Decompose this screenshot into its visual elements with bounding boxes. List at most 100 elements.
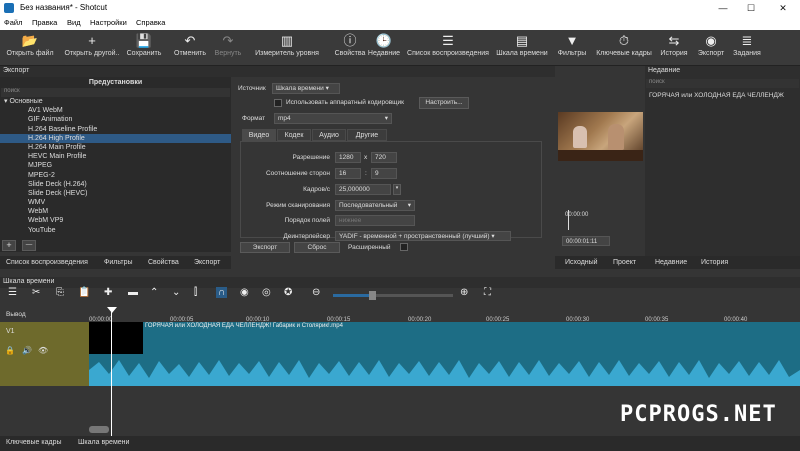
- filters-button[interactable]: ▼ Фильтры: [553, 32, 591, 57]
- jobs-button[interactable]: ≣ Задания: [730, 32, 764, 57]
- field-order-select[interactable]: нижнее: [335, 215, 415, 226]
- format-select[interactable]: mp4 ▾: [274, 113, 392, 124]
- tab-video[interactable]: Видео: [242, 129, 276, 141]
- fps-dropdown-button[interactable]: ▾: [393, 184, 401, 195]
- redo-button[interactable]: ↷ Вернуть: [210, 32, 246, 57]
- presets-search-input[interactable]: поиск: [1, 88, 230, 97]
- menu-view[interactable]: Вид: [67, 18, 81, 27]
- tab-recent[interactable]: Недавние: [655, 259, 687, 266]
- fps-input[interactable]: 25,000000: [335, 184, 391, 195]
- export-button[interactable]: ◉ Экспорт: [694, 32, 728, 57]
- history-button[interactable]: ⇆ История: [656, 32, 692, 57]
- menu-help[interactable]: Справка: [136, 18, 165, 27]
- preset-item[interactable]: H.264 Main Profile: [0, 143, 231, 152]
- preset-item[interactable]: AV1 WebM: [0, 106, 231, 115]
- tab-export[interactable]: Экспорт: [194, 259, 220, 266]
- tab-playlist[interactable]: Список воспроизведения: [6, 259, 88, 266]
- aspect-height-input[interactable]: 9: [371, 168, 397, 179]
- reset-button[interactable]: Сброс: [294, 242, 340, 253]
- save-button[interactable]: 💾 Сохранить: [124, 32, 164, 57]
- audio-meter-button[interactable]: ▥ Измеритель уровня: [252, 32, 322, 57]
- mute-icon[interactable]: 🔊: [22, 346, 32, 355]
- hw-encoder-checkbox[interactable]: [274, 99, 282, 107]
- timeline-scrollbar[interactable]: [89, 426, 109, 433]
- preset-item[interactable]: H.264 Baseline Profile: [0, 125, 231, 134]
- tab-other[interactable]: Другие: [347, 129, 387, 141]
- timeline-button[interactable]: ▤ Шкала времени: [494, 32, 550, 57]
- menu-icon[interactable]: ☰: [8, 287, 17, 298]
- undo-button[interactable]: ↶ Отменить: [172, 32, 208, 57]
- split-icon[interactable]: ⫿: [194, 287, 197, 298]
- overwrite-icon[interactable]: ⌄: [172, 287, 180, 298]
- preset-item[interactable]: WMV: [0, 198, 231, 207]
- redo-icon: ↷: [222, 33, 234, 48]
- scan-mode-select[interactable]: Последовательный ▾: [335, 200, 415, 211]
- cut-icon[interactable]: ✂: [32, 287, 40, 298]
- tab-audio[interactable]: Аудио: [312, 129, 346, 141]
- lock-icon[interactable]: 🔒: [5, 346, 15, 355]
- append-icon[interactable]: ✚: [104, 287, 112, 298]
- zoom-out-icon[interactable]: ⊖: [312, 287, 320, 298]
- aspect-width-input[interactable]: 16: [335, 168, 361, 179]
- tab-codec[interactable]: Кодек: [277, 129, 311, 141]
- playlist-button[interactable]: ☰ Список воспроизведения: [407, 32, 489, 57]
- lift-icon[interactable]: ⌃: [150, 287, 158, 298]
- recent-item[interactable]: ГОРЯЧАЯ или ХОЛОДНАЯ ЕДА ЧЕЛЛЕНДЖ: [645, 90, 800, 101]
- deinterlacer-select[interactable]: YADIF - временной + пространственный (лу…: [335, 231, 511, 241]
- tab-keyframes[interactable]: Ключевые кадры: [6, 439, 62, 446]
- menu-file[interactable]: Файл: [4, 18, 22, 27]
- advanced-checkbox[interactable]: [400, 243, 408, 251]
- preset-item[interactable]: Slide Deck (H.264): [0, 180, 231, 189]
- remove-icon[interactable]: ▬: [128, 287, 138, 298]
- resolution-width-input[interactable]: 1280: [335, 152, 361, 163]
- menu-edit[interactable]: Правка: [32, 18, 57, 27]
- tab-properties[interactable]: Свойства: [148, 259, 179, 266]
- tab-timeline[interactable]: Шкала времени: [78, 439, 129, 446]
- recent-search-input[interactable]: поиск: [646, 79, 799, 88]
- scrub-icon[interactable]: ◉: [240, 287, 249, 298]
- tab-history[interactable]: История: [701, 259, 728, 266]
- zoom-in-icon[interactable]: ⊕: [460, 287, 468, 298]
- tab-project[interactable]: Проект: [613, 259, 636, 266]
- menu-settings[interactable]: Настройки: [90, 18, 127, 27]
- source-select[interactable]: Шкала времени ▾: [272, 83, 340, 94]
- ripple-icon[interactable]: ◎: [262, 287, 271, 298]
- minimize-button[interactable]: —: [712, 1, 734, 15]
- preset-item[interactable]: WebM: [0, 207, 231, 216]
- copy-icon[interactable]: ⎘: [56, 287, 64, 298]
- preset-item-selected[interactable]: H.264 High Profile: [0, 133, 231, 143]
- zoom-slider[interactable]: [333, 291, 453, 300]
- recent-button[interactable]: 🕒 Недавние: [364, 32, 404, 57]
- zoom-fit-icon[interactable]: ⛶: [484, 287, 491, 298]
- timeline-playhead[interactable]: [111, 310, 112, 436]
- tab-filters[interactable]: Фильтры: [104, 259, 133, 266]
- export-file-button[interactable]: Экспорт: [240, 242, 290, 253]
- preset-item[interactable]: MJPEG: [0, 161, 231, 170]
- resolution-height-input[interactable]: 720: [371, 152, 397, 163]
- maximize-button[interactable]: ☐: [740, 1, 762, 15]
- clock-icon: 🕒: [375, 33, 393, 48]
- preview-position-input[interactable]: 00:00:01:11: [562, 236, 610, 246]
- eye-icon[interactable]: 👁: [38, 346, 48, 355]
- preset-item[interactable]: GIF Animation: [0, 115, 231, 124]
- snap-icon[interactable]: ∩: [216, 287, 228, 298]
- open-file-button[interactable]: 📂 Открыть файл: [4, 32, 56, 57]
- keyframes-button[interactable]: ⏱ Ключевые кадры: [594, 32, 654, 57]
- open-other-button[interactable]: + Открыть другой..: [60, 32, 124, 57]
- preset-item[interactable]: HEVC Main Profile: [0, 152, 231, 161]
- playhead-marker-icon[interactable]: [107, 307, 117, 313]
- tab-source[interactable]: Исходный: [565, 259, 598, 266]
- preset-group[interactable]: ▾ Основные: [0, 97, 231, 106]
- close-button[interactable]: ✕: [772, 1, 794, 15]
- remove-preset-button[interactable]: —: [22, 240, 36, 251]
- video-clip[interactable]: ГОРЯЧАЯ или ХОЛОДНАЯ ЕДА ЧЕЛЛЕНДЖ! Габар…: [89, 322, 800, 386]
- paste-icon[interactable]: 📋: [78, 287, 90, 298]
- ripple-all-icon[interactable]: ✪: [284, 287, 292, 298]
- preset-item[interactable]: YouTube: [0, 226, 231, 235]
- preset-item[interactable]: Slide Deck (HEVC): [0, 189, 231, 198]
- add-preset-button[interactable]: +: [2, 240, 16, 251]
- preset-item[interactable]: MPEG-2: [0, 171, 231, 180]
- configure-button[interactable]: Настроить...: [419, 97, 469, 109]
- preset-item[interactable]: WebM VP9: [0, 216, 231, 225]
- zoom-slider-handle[interactable]: [369, 291, 376, 300]
